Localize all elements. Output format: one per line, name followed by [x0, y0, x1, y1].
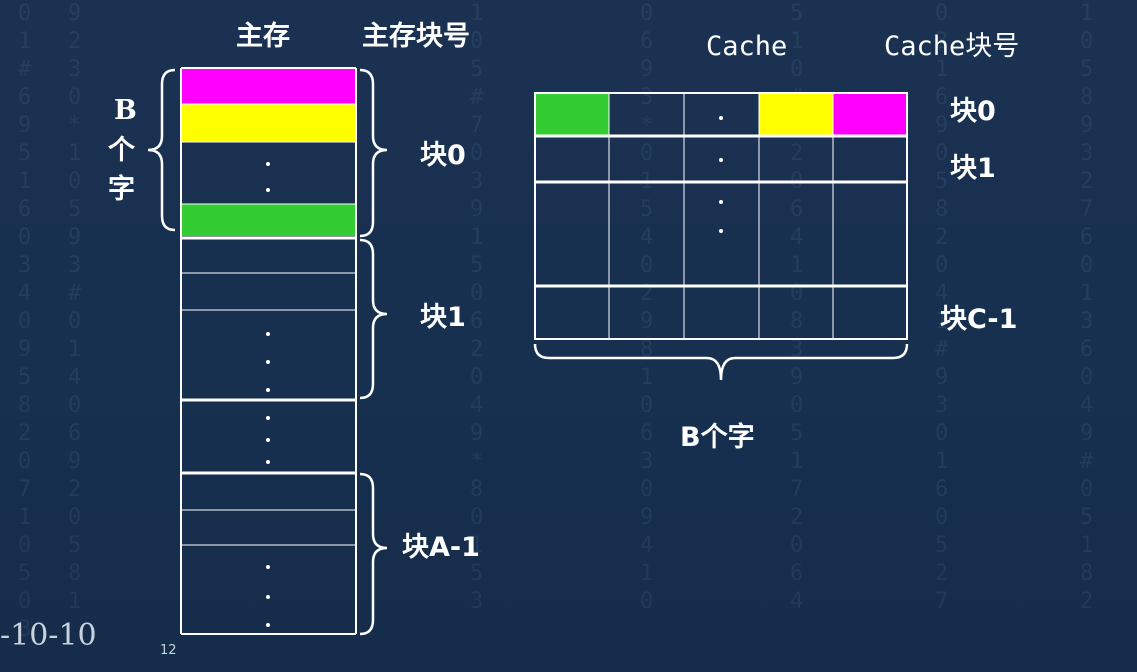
block1-label: 块1	[420, 302, 466, 333]
cache-label: Cache	[706, 31, 788, 62]
block-a1-label: 块A-1	[402, 532, 480, 563]
cache-word-green	[535, 93, 609, 135]
cache-block0-label: 块0	[950, 96, 996, 127]
footer-date: -10-10	[0, 618, 97, 653]
main-memory-column	[180, 67, 357, 635]
main-memory-label: 主存	[236, 21, 290, 52]
brace-block0	[359, 68, 388, 238]
main-word-yellow	[181, 104, 356, 142]
page-number: 12	[160, 643, 177, 658]
cache-block-number-text: Cache块号	[884, 31, 1020, 62]
cache-block-number-label: Cache块号	[884, 33, 1019, 60]
cache-block-c1-label: 块C-1	[940, 304, 1018, 335]
bottom-brace-b-words	[533, 343, 909, 381]
b-words-vertical-zi: 字	[108, 174, 135, 205]
cache-block1-label: 块1	[950, 153, 996, 184]
block0-label: 块0	[420, 140, 466, 171]
main-word-magenta	[181, 68, 356, 104]
b-words-label: B个字	[680, 422, 755, 453]
brace-block1	[359, 238, 388, 400]
cache-word-yellow	[759, 93, 833, 135]
cache-ellipsis	[719, 116, 723, 233]
left-brace-b-words	[147, 68, 176, 232]
b-words-vertical-b: B	[114, 95, 137, 126]
cache-word-magenta	[833, 93, 907, 135]
main-block-number-label: 主存块号	[362, 21, 470, 52]
b-words-vertical-ge: 个	[108, 135, 135, 166]
main-word-green	[181, 204, 356, 236]
brace-block-a1	[359, 472, 388, 636]
